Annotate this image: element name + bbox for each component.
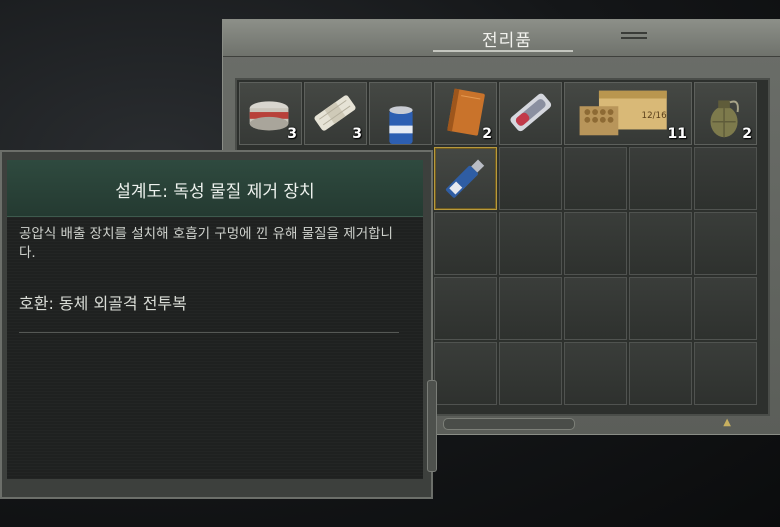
item-quantity: 3 — [352, 126, 362, 142]
drag-handle-icon[interactable] — [621, 32, 647, 42]
tooltip-compatibility: 호환: 동체 외골격 전투복 — [19, 294, 187, 313]
ammo-box-label: 12/16 — [642, 111, 667, 121]
empty-slot[interactable] — [434, 277, 497, 340]
tooltip-content: 설계도: 독성 물질 제거 장치 공압식 배출 장치를 설치해 호흡기 구멍에 … — [7, 160, 423, 479]
soda-can-icon — [389, 106, 413, 144]
empty-slot[interactable] — [629, 147, 692, 210]
loot-slot-bandage[interactable]: 3 — [304, 82, 367, 145]
warning-icon: ▲ — [723, 417, 731, 428]
empty-slot[interactable] — [499, 342, 562, 405]
loot-slot-energy-drink[interactable] — [369, 82, 432, 145]
loot-slot-canned-food[interactable]: 3 — [239, 82, 302, 145]
empty-slot[interactable] — [564, 277, 627, 340]
empty-slot[interactable] — [499, 212, 562, 275]
loot-slot-blueprint-usb[interactable] — [434, 147, 497, 210]
empty-slot[interactable] — [694, 212, 757, 275]
empty-slot[interactable] — [629, 212, 692, 275]
loot-slot-blister-pack[interactable] — [499, 82, 562, 145]
loot-slot-book[interactable]: 2 — [434, 82, 497, 145]
tooltip-side-handle — [427, 380, 437, 472]
tooltip-header: 설계도: 독성 물질 제거 장치 — [7, 160, 423, 217]
empty-slot[interactable] — [499, 147, 562, 210]
loot-slot-ammo-box[interactable]: 12/16 11 — [564, 82, 692, 145]
tooltip-title: 설계도: 독성 물질 제거 장치 — [115, 182, 315, 202]
item-quantity: 2 — [482, 126, 492, 142]
loot-window-header[interactable]: 전리품 — [223, 20, 780, 57]
empty-slot[interactable] — [694, 277, 757, 340]
pill-pack-icon — [510, 93, 552, 132]
empty-slot[interactable] — [629, 277, 692, 340]
item-quantity: 3 — [287, 126, 297, 142]
empty-slot[interactable] — [434, 342, 497, 405]
empty-slot[interactable] — [694, 342, 757, 405]
loot-window-footer-handle[interactable] — [443, 418, 575, 430]
tooltip-divider — [19, 332, 399, 333]
empty-slot[interactable] — [629, 342, 692, 405]
empty-slot[interactable] — [499, 277, 562, 340]
empty-slot[interactable] — [434, 212, 497, 275]
empty-slot[interactable] — [564, 147, 627, 210]
item-tooltip: 설계도: 독성 물질 제거 장치 공압식 배출 장치를 설치해 호흡기 구멍에 … — [0, 150, 437, 499]
empty-slot[interactable] — [564, 342, 627, 405]
tooltip-description: 공압식 배출 장치를 설치해 호흡기 구멍에 낀 유해 물질을 제거합니다. — [19, 226, 393, 261]
item-quantity: 2 — [742, 126, 752, 142]
usb-drive-icon — [445, 159, 485, 198]
empty-slot[interactable] — [564, 212, 627, 275]
loot-window-title: 전리품 — [482, 31, 532, 51]
title-underline — [433, 50, 573, 52]
loot-slot-grenade[interactable]: 2 — [694, 82, 757, 145]
item-quantity: 11 — [667, 126, 687, 142]
empty-slot[interactable] — [694, 147, 757, 210]
